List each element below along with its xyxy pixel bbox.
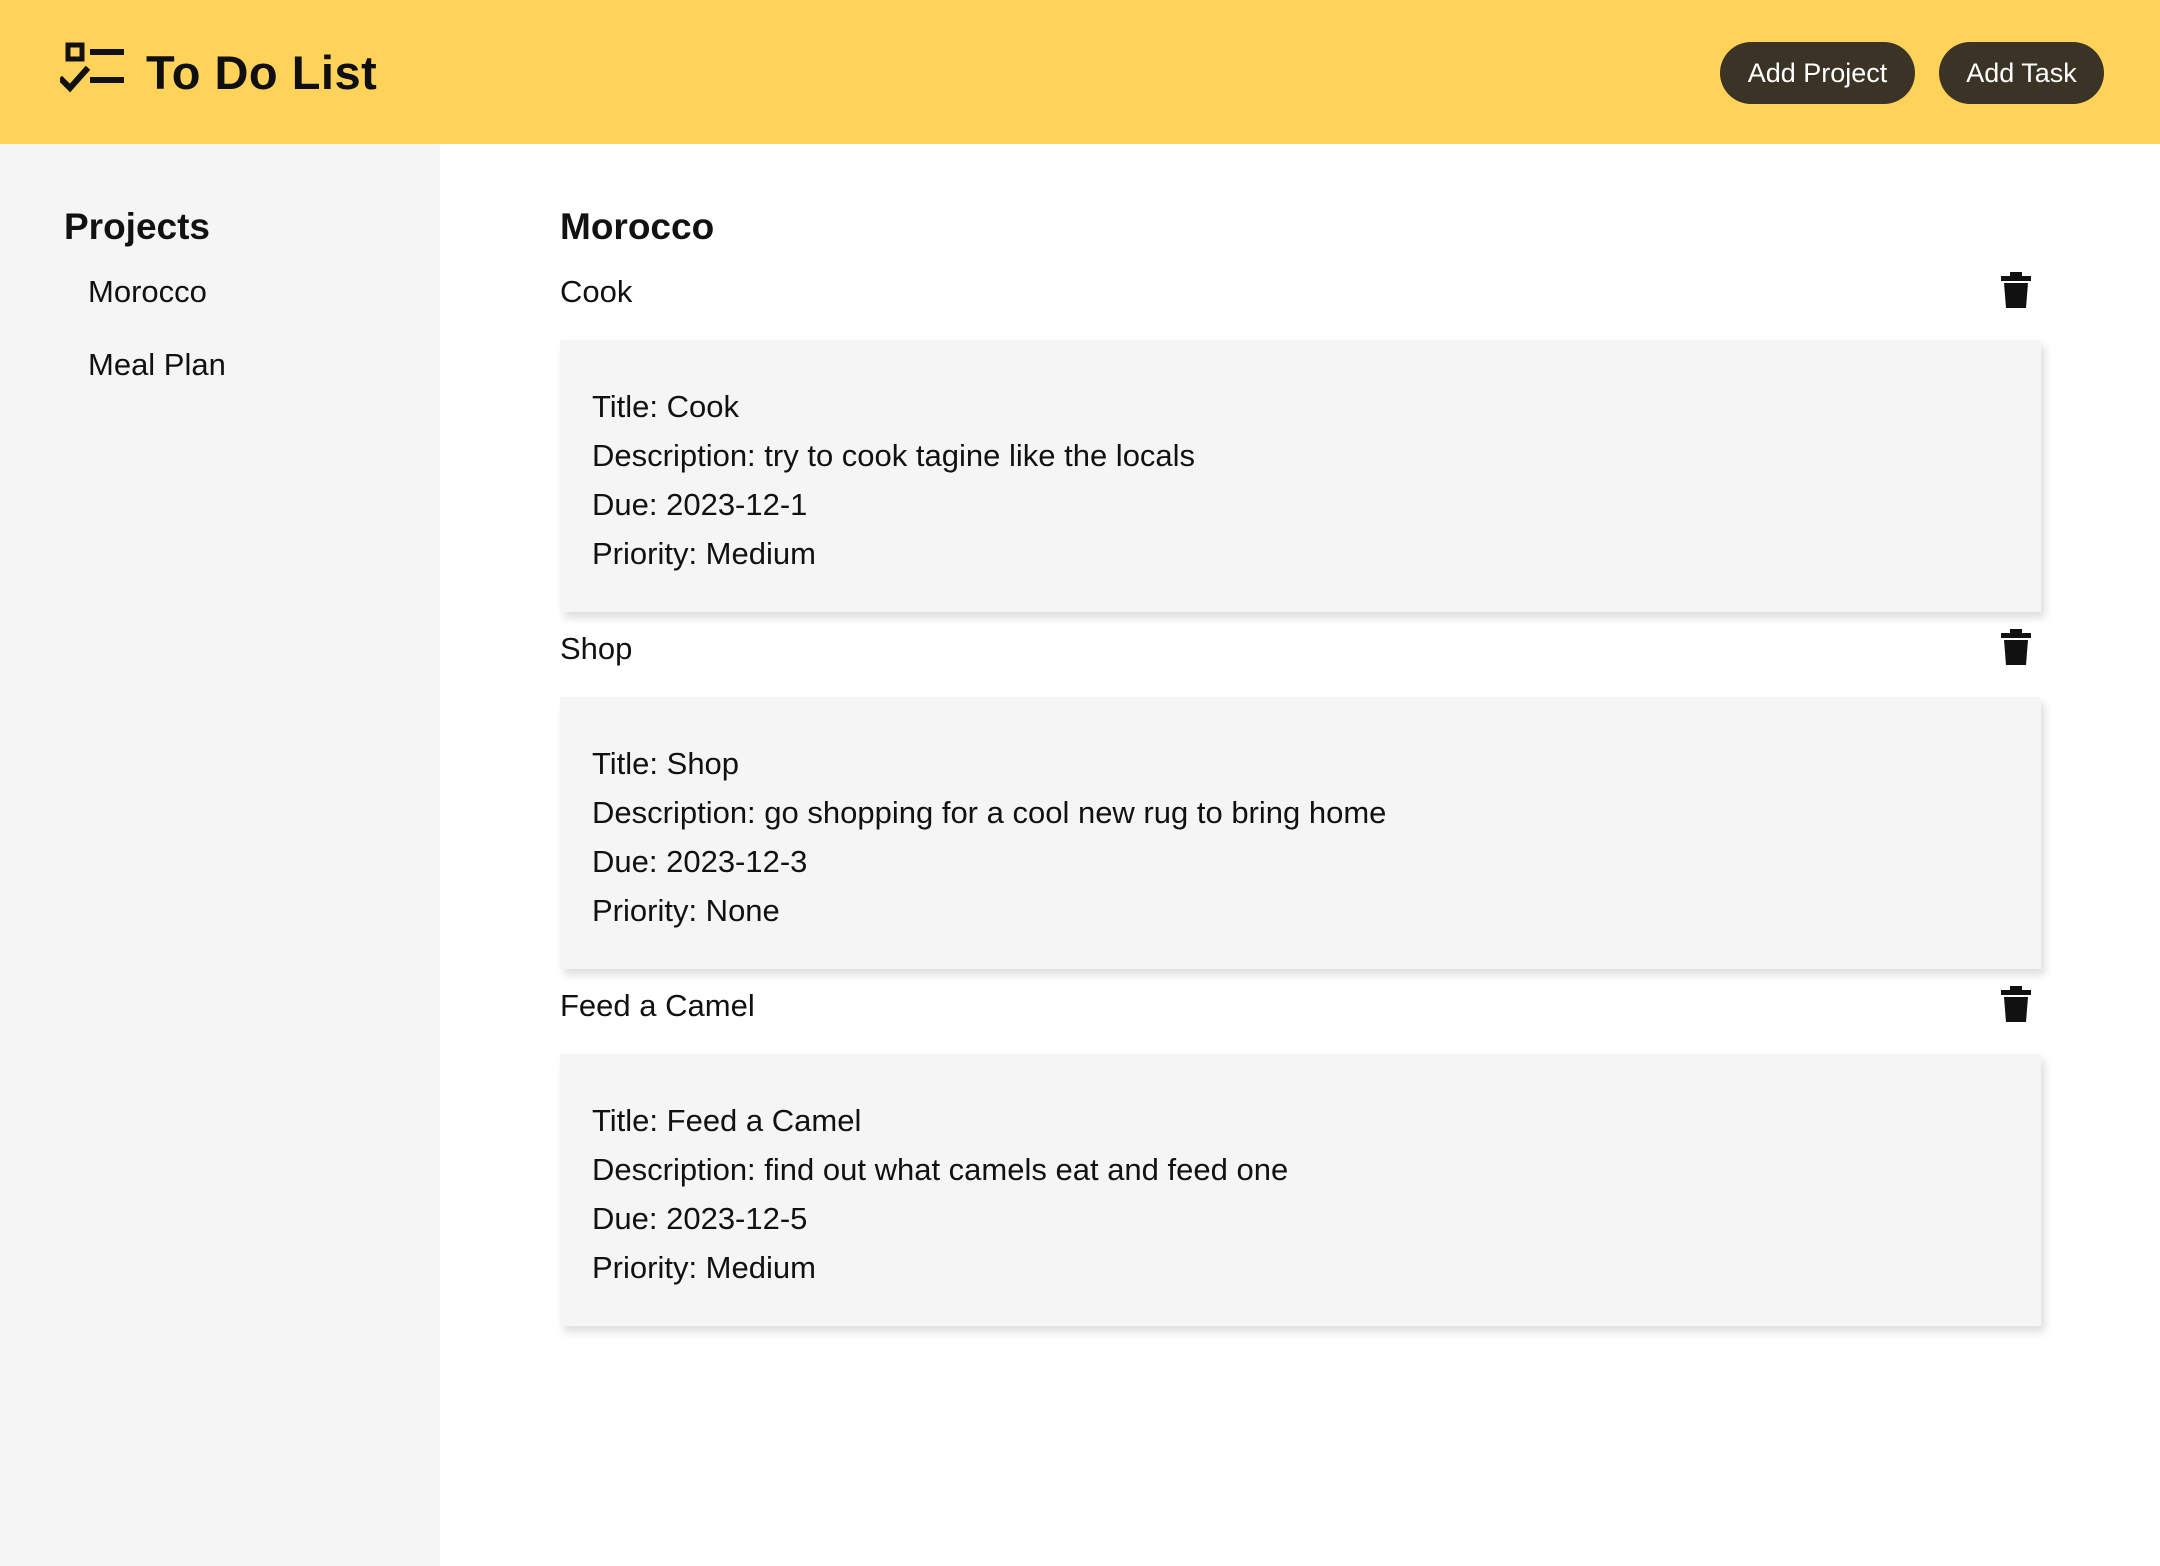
task-item: Feed a Camel Title: Feed a Camel Descrip… — [560, 986, 2041, 1326]
add-task-button[interactable]: Add Task — [1939, 42, 2104, 104]
main-content: Morocco Cook Title: Cook Description: tr… — [440, 144, 2160, 1566]
task-description-line: Description: find out what camels eat an… — [592, 1152, 1289, 1187]
task-due-line: Due: 2023-12-1 — [592, 487, 808, 522]
sidebar-item-meal-plan[interactable]: Meal Plan — [88, 347, 226, 383]
task-priority-line: Priority: Medium — [592, 536, 816, 571]
task-description-line: Description: try to cook tagine like the… — [592, 438, 1196, 473]
task-details-card: Title: Cook Description: try to cook tag… — [560, 340, 2041, 612]
task-due-line: Due: 2023-12-5 — [592, 1201, 808, 1236]
app-header: To Do List Add Project Add Task — [0, 0, 2160, 144]
sidebar: Projects Morocco Meal Plan — [0, 144, 440, 1566]
checklist-icon — [57, 42, 146, 103]
project-title: Morocco — [560, 206, 715, 247]
app-title: To Do List — [146, 45, 378, 99]
task-description-line: Description: go shopping for a cool new … — [592, 795, 1387, 830]
task-item: Shop Title: Shop Description: go shoppin… — [560, 629, 2041, 969]
task-title-line: Title: Feed a Camel — [592, 1103, 862, 1138]
task-details-card: Title: Feed a Camel Description: find ou… — [560, 1054, 2041, 1326]
task-item: Cook Title: Cook Description: try to coo… — [560, 272, 2041, 612]
task-header[interactable]: Shop — [560, 629, 2041, 689]
trash-icon[interactable] — [2001, 272, 2035, 312]
sidebar-item-morocco[interactable]: Morocco — [88, 274, 207, 310]
task-priority-line: Priority: Medium — [592, 1250, 816, 1285]
task-name[interactable]: Cook — [560, 274, 632, 310]
task-name[interactable]: Shop — [560, 631, 632, 667]
task-priority-line: Priority: None — [592, 893, 780, 928]
task-header[interactable]: Feed a Camel — [560, 986, 2041, 1046]
task-title-line: Title: Cook — [592, 389, 740, 424]
trash-icon[interactable] — [2001, 986, 2035, 1026]
task-title-line: Title: Shop — [592, 746, 740, 781]
task-due-line: Due: 2023-12-3 — [592, 844, 808, 879]
trash-icon[interactable] — [2001, 629, 2035, 669]
task-header[interactable]: Cook — [560, 272, 2041, 332]
task-name[interactable]: Feed a Camel — [560, 988, 755, 1024]
task-details-card: Title: Shop Description: go shopping for… — [560, 697, 2041, 969]
sidebar-title: Projects — [64, 206, 211, 247]
add-project-button[interactable]: Add Project — [1720, 42, 1915, 104]
brand: To Do List — [57, 42, 378, 103]
